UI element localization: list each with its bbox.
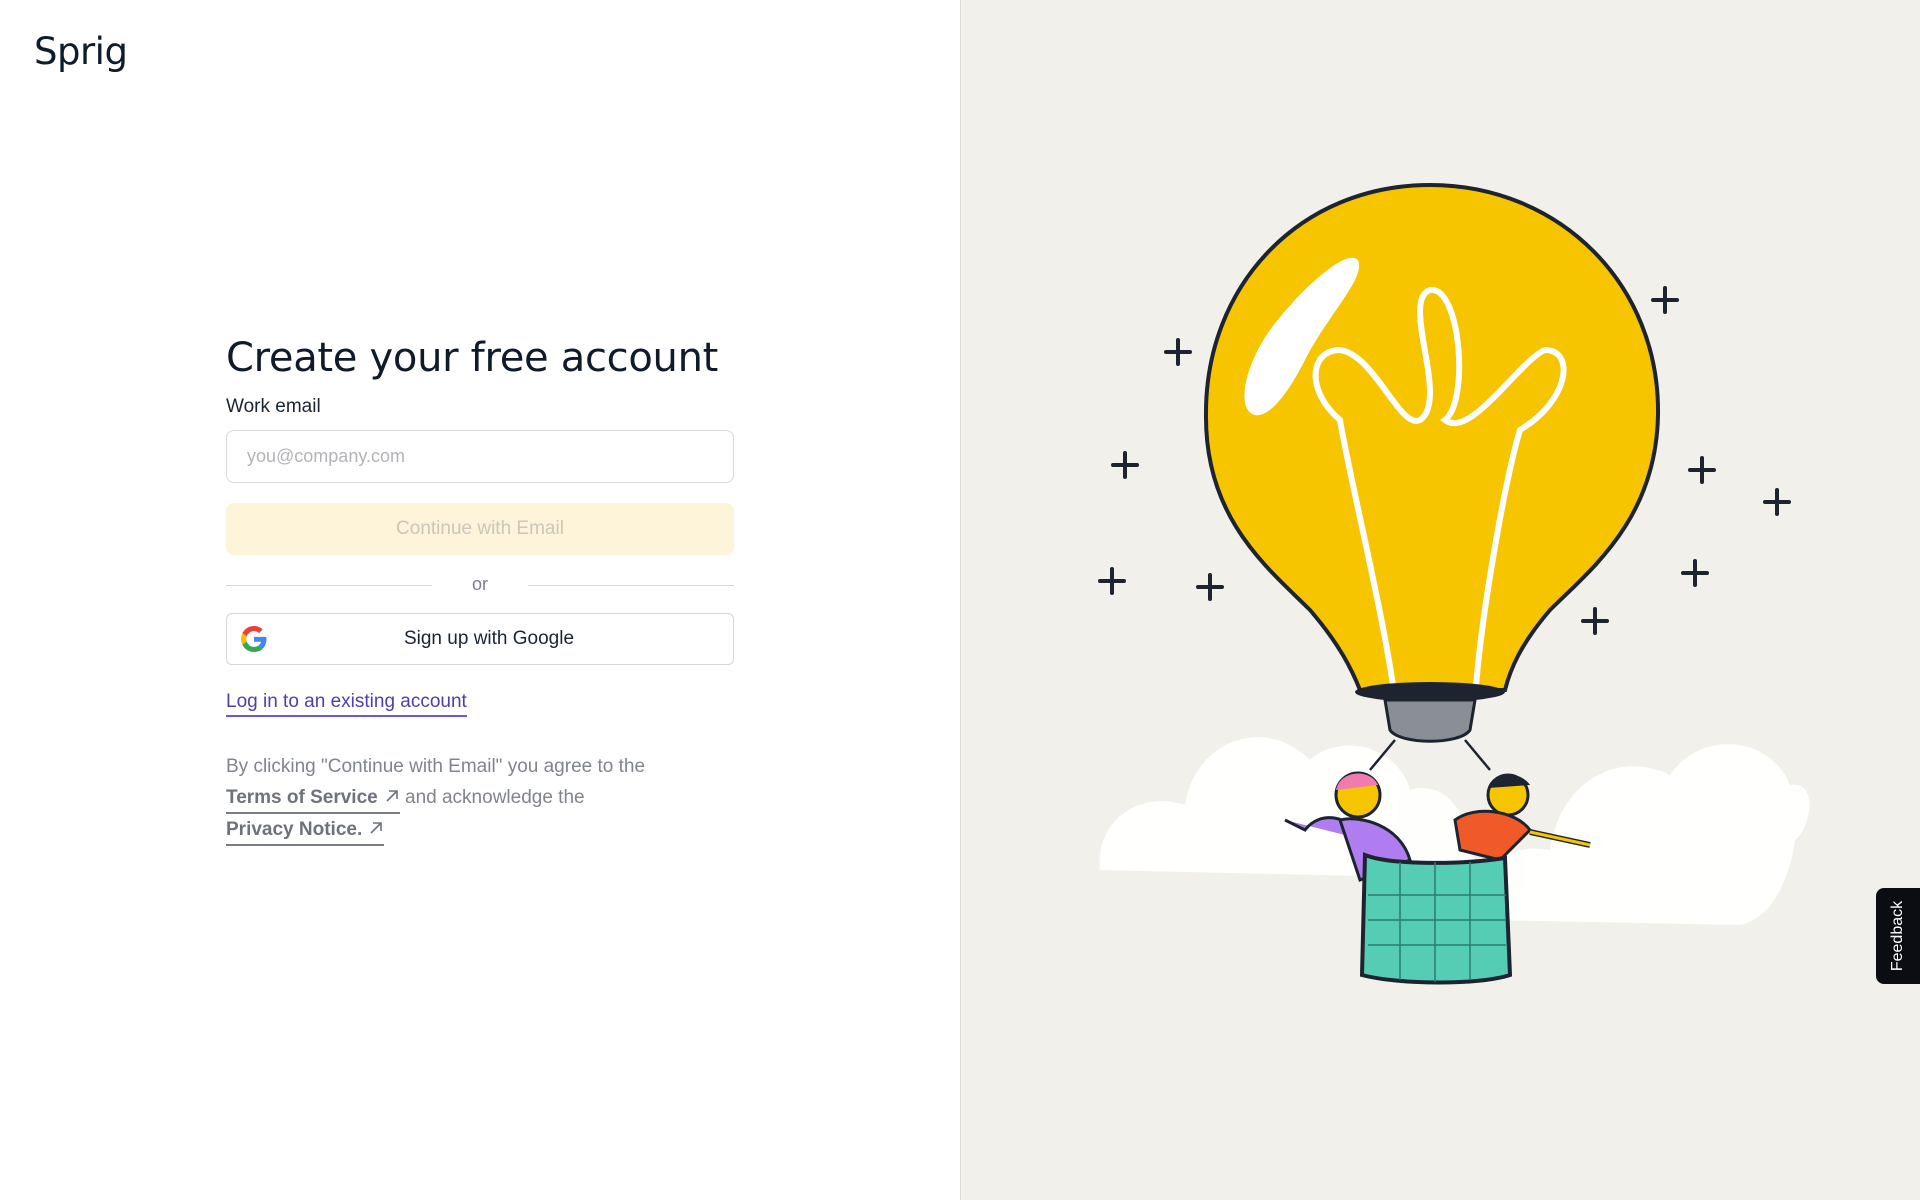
feedback-tab[interactable]: Feedback	[1876, 888, 1920, 984]
sign-up-with-google-button[interactable]: Sign up with Google	[226, 613, 734, 665]
feedback-label: Feedback	[1889, 900, 1906, 972]
privacy-notice-link[interactable]: Privacy Notice.	[226, 818, 385, 846]
privacy-link-label: Privacy Notice.	[226, 819, 363, 840]
legal-prefix-text: By clicking "Continue with Email" you ag…	[226, 756, 646, 777]
terms-of-service-link[interactable]: Terms of Service	[226, 786, 400, 814]
email-label: Work email	[226, 396, 321, 417]
hot-air-balloon-lightbulb-illustration	[1098, 182, 1810, 985]
legal-notice: By clicking "Continue with Email" you ag…	[226, 751, 734, 846]
arrow-up-right-icon	[370, 822, 383, 834]
divider-line-right	[528, 585, 734, 586]
signup-pane: Sprig Create your free account Work emai…	[0, 0, 960, 1200]
terms-link-label: Terms of Service	[226, 787, 378, 808]
legal-middle-text: and acknowledge the	[405, 787, 585, 808]
signup-form: Create your free account Work email Cont…	[226, 330, 734, 846]
google-button-label: Sign up with Google	[403, 628, 575, 649]
email-input[interactable]	[226, 430, 734, 483]
arrow-up-right-icon	[386, 790, 398, 802]
or-divider: or	[226, 573, 734, 597]
sprig-logo[interactable]: Sprig	[34, 30, 128, 73]
illustration-pane	[961, 0, 1920, 1200]
google-g-icon	[241, 626, 267, 652]
continue-with-email-button[interactable]: Continue with Email	[226, 503, 734, 555]
page-title: Create your free account	[226, 335, 719, 381]
login-link[interactable]: Log in to an existing account	[226, 691, 467, 717]
